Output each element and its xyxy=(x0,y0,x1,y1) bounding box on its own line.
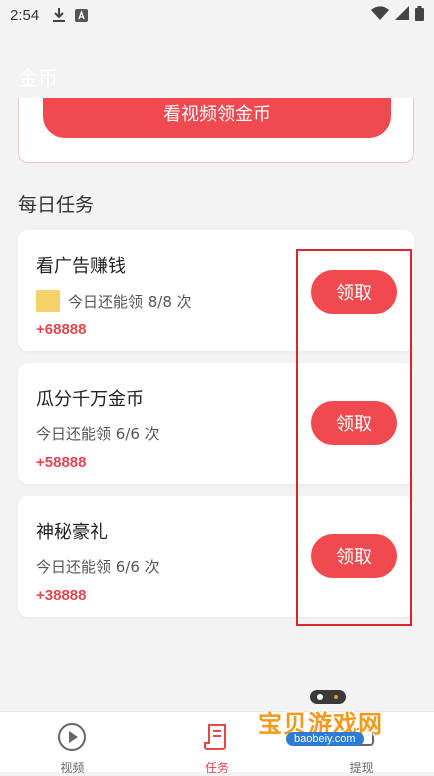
claim-button-ad[interactable]: 领取 xyxy=(311,270,397,314)
nav-label-withdraw: 提现 xyxy=(349,761,374,775)
task-remaining: 今日还能领 6/6 次 xyxy=(36,423,160,444)
task-remaining: 今日还能领 8/8 次 xyxy=(36,290,192,312)
claim-button-split[interactable]: 领取 xyxy=(311,401,397,445)
claim-button-gift[interactable]: 领取 xyxy=(311,534,397,578)
nav-label-task: 任务 xyxy=(205,761,230,775)
download-icon xyxy=(53,8,66,22)
task-remaining: 今日还能领 6/6 次 xyxy=(36,556,160,577)
wifi-icon xyxy=(371,6,389,24)
top-card: 看视频领金币 xyxy=(18,98,414,163)
task-name: 看广告赚钱 xyxy=(36,256,126,277)
app-notification-icon xyxy=(75,8,89,22)
task-name: 瓜分千万金币 xyxy=(36,389,144,410)
status-right-icons xyxy=(371,5,424,25)
withdraw-icon xyxy=(347,722,377,755)
gamepad-icon xyxy=(308,686,348,710)
coupon-icon xyxy=(36,290,60,312)
signal-icon xyxy=(395,6,409,24)
task-remaining-text: 今日还能领 8/8 次 xyxy=(68,292,192,311)
status-time: 2:54 xyxy=(10,6,40,24)
status-bar: 2:54 xyxy=(0,0,434,30)
nav-item-task[interactable]: 任务 xyxy=(145,712,290,775)
watch-video-button[interactable]: 看视频领金币 xyxy=(43,98,391,138)
task-list-icon xyxy=(202,722,232,755)
task-remaining-text: 今日还能领 6/6 次 xyxy=(36,558,160,576)
header-title: 金币 xyxy=(18,66,58,90)
task-reward: +38888 xyxy=(36,587,87,604)
battery-icon xyxy=(415,5,424,25)
bottom-nav: 视频 任务 提现 xyxy=(0,711,434,775)
section-title: 每日任务 xyxy=(18,194,95,216)
nav-item-video[interactable]: 视频 xyxy=(0,712,145,775)
nav-item-withdraw[interactable]: 提现 xyxy=(289,712,434,775)
play-circle-icon xyxy=(57,722,87,755)
task-name: 神秘豪礼 xyxy=(36,522,108,543)
nav-label-video: 视频 xyxy=(60,761,85,775)
task-remaining-text: 今日还能领 6/6 次 xyxy=(36,425,160,443)
task-reward: +58888 xyxy=(36,454,87,471)
task-reward: +68888 xyxy=(36,321,87,338)
